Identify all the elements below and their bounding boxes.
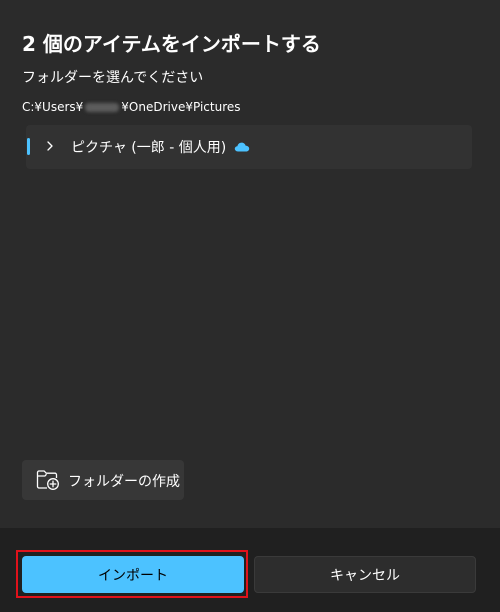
cancel-button[interactable]: キャンセル [254, 556, 476, 593]
create-folder-label: フォルダーの作成 [68, 474, 180, 490]
onedrive-cloud-icon [234, 142, 250, 152]
create-folder-button[interactable]: フォルダーの作成 [22, 460, 184, 500]
redacted-username [85, 102, 120, 112]
chevron-right-icon[interactable] [44, 138, 56, 154]
selection-indicator [27, 138, 30, 155]
import-button[interactable]: インポート [22, 556, 244, 593]
path-prefix: C:¥Users¥ [22, 100, 84, 114]
import-dialog: 2 個のアイテムをインポートする フォルダーを選んでください C:¥Users¥… [0, 0, 500, 612]
path-suffix: ¥OneDrive¥Pictures [121, 100, 241, 114]
folder-path: C:¥Users¥ ¥OneDrive¥Pictures [22, 100, 241, 114]
dialog-title: 2 個のアイテムをインポートする [22, 32, 321, 56]
tree-item-pictures[interactable]: ピクチャ (一郎 - 個人用) [26, 125, 472, 169]
tree-item-label: ピクチャ (一郎 - 個人用) [71, 140, 227, 156]
dialog-subtitle: フォルダーを選んでください [22, 70, 204, 86]
new-folder-icon [36, 470, 59, 490]
